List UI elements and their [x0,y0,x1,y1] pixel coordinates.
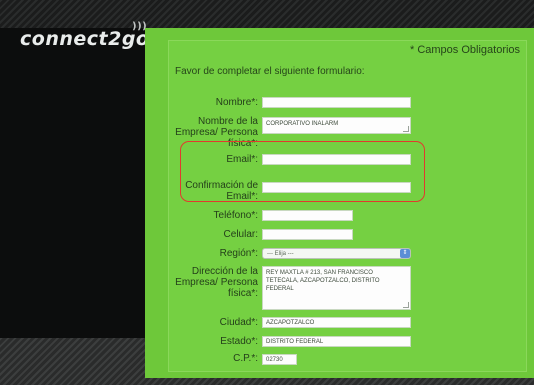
nombre-label: Nombre*: [215,97,258,108]
nombre-field[interactable] [262,97,411,108]
cp-label: C.P.*: [233,353,258,364]
resize-grip-icon[interactable] [403,126,409,132]
brand-logo: connect2go ))) [20,21,150,50]
ciudad-label: Ciudad*: [219,317,258,328]
direccion-label: Dirección de la Empresa/ Persona física*… [175,266,258,299]
estado-label: Estado*: [220,336,258,347]
required-fields-note: * Campos Obligatorios [410,44,521,56]
ciudad-field[interactable]: AZCAPOTZALCO [262,317,411,328]
region-select[interactable]: --- Elija --- ⇕ [262,248,411,259]
direccion-textarea[interactable]: REY MAXTLA # 213, SAN FRANCISCO TETECALA… [262,266,411,310]
empresa-textarea[interactable]: CORPORATIVO INALARM [262,117,411,134]
cp-field[interactable]: 02730 [262,354,297,365]
region-selected-value: --- Elija --- [267,251,294,257]
chevron-updown-icon[interactable]: ⇕ [400,249,410,258]
email-highlight-outline [180,141,425,202]
resize-grip-icon[interactable] [403,302,409,308]
telefono-field[interactable] [262,210,353,221]
telefono-label: Teléfono*: [213,210,258,221]
region-label: Región*: [219,248,258,259]
brand-logo-text: connect2go [20,28,150,50]
form-intro: Favor de completar el siguiente formular… [175,66,365,77]
celular-label: Celular: [223,229,258,240]
empresa-value: CORPORATIVO INALARM [266,121,339,127]
direccion-value: REY MAXTLA # 213, SAN FRANCISCO TETECALA… [266,270,380,292]
estado-field[interactable]: DISTRITO FEDERAL [262,336,411,347]
top-stripe-band [0,0,534,28]
celular-field[interactable] [262,229,353,240]
